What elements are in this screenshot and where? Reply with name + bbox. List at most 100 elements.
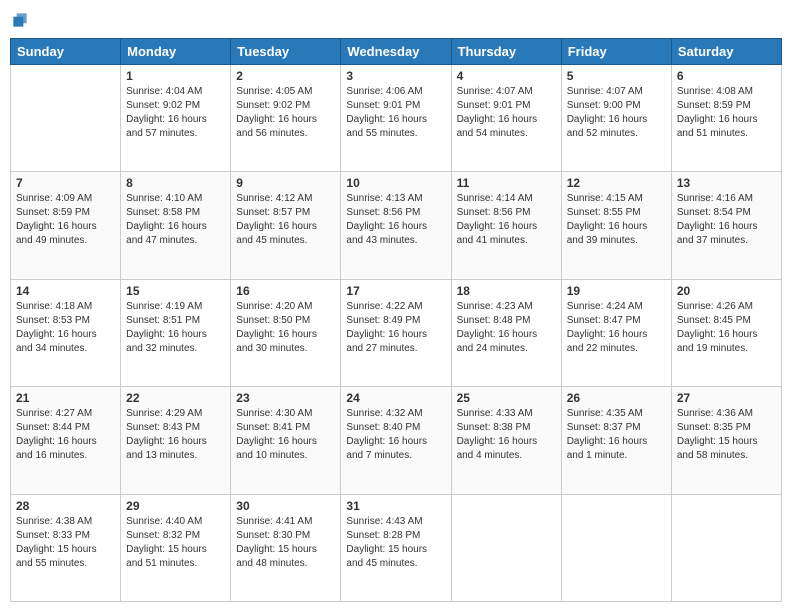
day-number: 16 — [236, 284, 335, 298]
logo-icon — [10, 10, 30, 30]
weekday-header-thursday: Thursday — [451, 39, 561, 65]
day-info: Sunrise: 4:41 AM Sunset: 8:30 PM Dayligh… — [236, 515, 335, 571]
calendar-cell: 25 Sunrise: 4:33 AM Sunset: 8:38 PM Dayli… — [451, 387, 561, 494]
calendar-cell: 17 Sunrise: 4:22 AM Sunset: 8:49 PM Dayli… — [341, 279, 451, 386]
day-info: Sunrise: 4:09 AM Sunset: 8:59 PM Dayligh… — [16, 192, 115, 248]
day-info: Sunrise: 4:24 AM Sunset: 8:47 PM Dayligh… — [567, 300, 666, 356]
day-number: 7 — [16, 176, 115, 190]
day-number: 12 — [567, 176, 666, 190]
day-number: 25 — [457, 391, 556, 405]
day-number: 30 — [236, 499, 335, 513]
day-info: Sunrise: 4:30 AM Sunset: 8:41 PM Dayligh… — [236, 407, 335, 463]
calendar-cell: 6 Sunrise: 4:08 AM Sunset: 8:59 PM Daylig… — [671, 65, 781, 172]
day-info: Sunrise: 4:26 AM Sunset: 8:45 PM Dayligh… — [677, 300, 776, 356]
day-number: 26 — [567, 391, 666, 405]
day-number: 29 — [126, 499, 225, 513]
day-number: 23 — [236, 391, 335, 405]
day-info: Sunrise: 4:08 AM Sunset: 8:59 PM Dayligh… — [677, 85, 776, 141]
calendar-cell: 22Sunrise: 4:29 AM Sunset: 8:43 PM Dayli… — [121, 387, 231, 494]
day-info: Sunrise: 4:15 AM Sunset: 8:55 PM Dayligh… — [567, 192, 666, 248]
calendar-cell: 30 Sunrise: 4:41 AM Sunset: 8:30 PM Dayli… — [231, 494, 341, 601]
calendar-cell: 15 Sunrise: 4:19 AM Sunset: 8:51 PM Dayli… — [121, 279, 231, 386]
day-info: Sunrise: 4:07 AM Sunset: 9:00 PM Dayligh… — [567, 85, 666, 141]
calendar-cell: 31Sunrise: 4:43 AM Sunset: 8:28 PM Dayli… — [341, 494, 451, 601]
day-info: Sunrise: 4:43 AM Sunset: 8:28 PM Dayligh… — [346, 515, 445, 571]
day-info: Sunrise: 4:33 AM Sunset: 8:38 PM Dayligh… — [457, 407, 556, 463]
day-number: 9 — [236, 176, 335, 190]
calendar-cell: 21 Sunrise: 4:27 AM Sunset: 8:44 PM Dayli… — [11, 387, 121, 494]
day-number: 5 — [567, 69, 666, 83]
day-number: 1 — [126, 69, 225, 83]
calendar-cell: 29Sunrise: 4:40 AM Sunset: 8:32 PM Dayli… — [121, 494, 231, 601]
day-number: 13 — [677, 176, 776, 190]
week-row-3: 14 Sunrise: 4:18 AM Sunset: 8:53 PM Dayli… — [11, 279, 782, 386]
calendar-cell: 13 Sunrise: 4:16 AM Sunset: 8:54 PM Dayli… — [671, 172, 781, 279]
day-number: 24 — [346, 391, 445, 405]
weekday-header-sunday: Sunday — [11, 39, 121, 65]
day-info: Sunrise: 4:19 AM Sunset: 8:51 PM Dayligh… — [126, 300, 225, 356]
day-number: 17 — [346, 284, 445, 298]
day-number: 14 — [16, 284, 115, 298]
day-info: Sunrise: 4:35 AM Sunset: 8:37 PM Dayligh… — [567, 407, 666, 463]
calendar-cell: 9 Sunrise: 4:12 AM Sunset: 8:57 PM Daylig… — [231, 172, 341, 279]
day-number: 3 — [346, 69, 445, 83]
day-info: Sunrise: 4:36 AM Sunset: 8:35 PM Dayligh… — [677, 407, 776, 463]
day-number: 15 — [126, 284, 225, 298]
calendar-cell: 11Sunrise: 4:14 AM Sunset: 8:56 PM Dayli… — [451, 172, 561, 279]
calendar-cell: 26 Sunrise: 4:35 AM Sunset: 8:37 PM Dayli… — [561, 387, 671, 494]
weekday-header-wednesday: Wednesday — [341, 39, 451, 65]
calendar-cell: 10Sunrise: 4:13 AM Sunset: 8:56 PM Dayli… — [341, 172, 451, 279]
day-info: Sunrise: 4:12 AM Sunset: 8:57 PM Dayligh… — [236, 192, 335, 248]
calendar-cell: 16 Sunrise: 4:20 AM Sunset: 8:50 PM Dayli… — [231, 279, 341, 386]
calendar-cell: 4Sunrise: 4:07 AM Sunset: 9:01 PM Daylig… — [451, 65, 561, 172]
weekday-header-monday: Monday — [121, 39, 231, 65]
weekday-header-saturday: Saturday — [671, 39, 781, 65]
calendar-page: SundayMondayTuesdayWednesdayThursdayFrid… — [0, 0, 792, 612]
day-info: Sunrise: 4:06 AM Sunset: 9:01 PM Dayligh… — [346, 85, 445, 141]
day-number: 6 — [677, 69, 776, 83]
calendar-cell: 7 Sunrise: 4:09 AM Sunset: 8:59 PM Daylig… — [11, 172, 121, 279]
day-number: 8 — [126, 176, 225, 190]
calendar-cell: 14 Sunrise: 4:18 AM Sunset: 8:53 PM Dayli… — [11, 279, 121, 386]
week-row-1: 1Sunrise: 4:04 AM Sunset: 9:02 PM Daylig… — [11, 65, 782, 172]
calendar-cell: 27 Sunrise: 4:36 AM Sunset: 8:35 PM Dayli… — [671, 387, 781, 494]
calendar-cell: 12 Sunrise: 4:15 AM Sunset: 8:55 PM Dayli… — [561, 172, 671, 279]
day-number: 27 — [677, 391, 776, 405]
calendar-cell: 1Sunrise: 4:04 AM Sunset: 9:02 PM Daylig… — [121, 65, 231, 172]
day-info: Sunrise: 4:29 AM Sunset: 8:43 PM Dayligh… — [126, 407, 225, 463]
day-number: 28 — [16, 499, 115, 513]
calendar-cell: 23 Sunrise: 4:30 AM Sunset: 8:41 PM Dayli… — [231, 387, 341, 494]
week-row-4: 21 Sunrise: 4:27 AM Sunset: 8:44 PM Dayli… — [11, 387, 782, 494]
week-row-2: 7 Sunrise: 4:09 AM Sunset: 8:59 PM Daylig… — [11, 172, 782, 279]
day-number: 21 — [16, 391, 115, 405]
day-number: 20 — [677, 284, 776, 298]
calendar-table: SundayMondayTuesdayWednesdayThursdayFrid… — [10, 38, 782, 602]
day-info: Sunrise: 4:10 AM Sunset: 8:58 PM Dayligh… — [126, 192, 225, 248]
weekday-header-friday: Friday — [561, 39, 671, 65]
logo — [10, 10, 34, 30]
calendar-cell — [671, 494, 781, 601]
calendar-cell: 20 Sunrise: 4:26 AM Sunset: 8:45 PM Dayli… — [671, 279, 781, 386]
weekday-header-row: SundayMondayTuesdayWednesdayThursdayFrid… — [11, 39, 782, 65]
calendar-cell: 5 Sunrise: 4:07 AM Sunset: 9:00 PM Daylig… — [561, 65, 671, 172]
calendar-cell — [11, 65, 121, 172]
weekday-header-tuesday: Tuesday — [231, 39, 341, 65]
day-info: Sunrise: 4:23 AM Sunset: 8:48 PM Dayligh… — [457, 300, 556, 356]
day-info: Sunrise: 4:32 AM Sunset: 8:40 PM Dayligh… — [346, 407, 445, 463]
day-info: Sunrise: 4:16 AM Sunset: 8:54 PM Dayligh… — [677, 192, 776, 248]
day-number: 2 — [236, 69, 335, 83]
day-info: Sunrise: 4:05 AM Sunset: 9:02 PM Dayligh… — [236, 85, 335, 141]
day-info: Sunrise: 4:38 AM Sunset: 8:33 PM Dayligh… — [16, 515, 115, 571]
calendar-cell — [451, 494, 561, 601]
calendar-cell: 3 Sunrise: 4:06 AM Sunset: 9:01 PM Daylig… — [341, 65, 451, 172]
header — [10, 10, 782, 30]
day-number: 10 — [346, 176, 445, 190]
day-info: Sunrise: 4:27 AM Sunset: 8:44 PM Dayligh… — [16, 407, 115, 463]
week-row-5: 28 Sunrise: 4:38 AM Sunset: 8:33 PM Dayli… — [11, 494, 782, 601]
day-info: Sunrise: 4:20 AM Sunset: 8:50 PM Dayligh… — [236, 300, 335, 356]
day-info: Sunrise: 4:22 AM Sunset: 8:49 PM Dayligh… — [346, 300, 445, 356]
calendar-cell: 2 Sunrise: 4:05 AM Sunset: 9:02 PM Daylig… — [231, 65, 341, 172]
day-info: Sunrise: 4:18 AM Sunset: 8:53 PM Dayligh… — [16, 300, 115, 356]
calendar-cell: 8 Sunrise: 4:10 AM Sunset: 8:58 PM Daylig… — [121, 172, 231, 279]
calendar-cell: 24 Sunrise: 4:32 AM Sunset: 8:40 PM Dayli… — [341, 387, 451, 494]
